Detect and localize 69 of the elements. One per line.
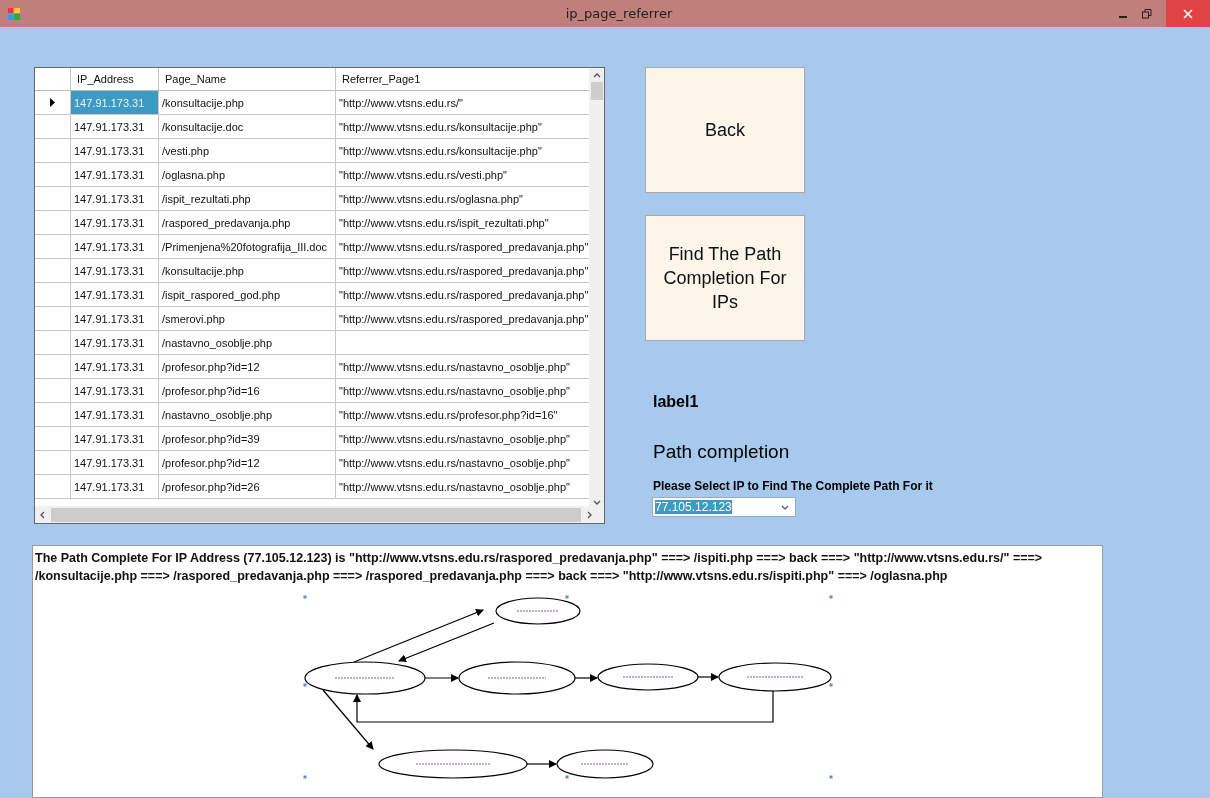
- resize-handle[interactable]: [565, 775, 569, 779]
- resize-handle[interactable]: [303, 683, 307, 687]
- resize-handle[interactable]: [565, 595, 569, 599]
- scroll-left-icon[interactable]: [39, 510, 45, 519]
- table-cell: /ispit_raspored_god.php: [159, 283, 336, 306]
- table-cell: 147.91.173.31: [71, 403, 159, 426]
- table-cell: /Primenjena%20fotografija_III.doc: [159, 235, 336, 258]
- graph-arrow: [424, 674, 459, 682]
- table-cell: 147.91.173.31: [71, 355, 159, 378]
- table-cell: 147.91.173.31: [71, 283, 159, 306]
- table-cell: /ispit_rezultati.php: [159, 187, 336, 210]
- horizontal-scrollbar[interactable]: [35, 506, 604, 523]
- status-label: label1: [653, 393, 699, 411]
- scrollbar-thumb[interactable]: [590, 82, 603, 100]
- resize-handle[interactable]: [303, 595, 307, 599]
- table-cell: 147.91.173.31: [71, 379, 159, 402]
- close-icon[interactable]: [1183, 8, 1193, 19]
- scrollbar-thumb[interactable]: [51, 507, 581, 522]
- table-cell: /konsultacije.php: [159, 91, 336, 114]
- table-cell: /konsultacije.doc: [159, 115, 336, 138]
- scroll-right-icon[interactable]: [587, 510, 593, 519]
- table-cell: /raspored_predavanja.php: [159, 211, 336, 234]
- graph-arrow: [697, 673, 719, 681]
- resize-handle[interactable]: [829, 595, 833, 599]
- graph-arrow: [574, 674, 598, 682]
- action-button[interactable]: Find The Path Completion For IPs: [645, 215, 805, 341]
- resize-handle[interactable]: [829, 683, 833, 687]
- row-pointer-icon: [50, 98, 55, 107]
- column-header[interactable]: IP_Address: [71, 68, 159, 90]
- table-cell: 147.91.173.31: [71, 331, 159, 354]
- column-header[interactable]: Page_Name: [159, 68, 336, 90]
- table-cell: 147.91.173.31: [71, 187, 159, 210]
- resize-handle[interactable]: [303, 775, 307, 779]
- table-cell: 147.91.173.31: [71, 91, 159, 114]
- table-cell: 147.91.173.31: [71, 475, 159, 498]
- table-cell: 147.91.173.31: [71, 139, 159, 162]
- table-cell: /profesor.php?id=12: [159, 451, 336, 474]
- chevron-down-icon[interactable]: [781, 504, 789, 510]
- table-cell: /konsultacije.php: [159, 259, 336, 282]
- table-cell: /vesti.php: [159, 139, 336, 162]
- table-cell: /smerovi.php: [159, 307, 336, 330]
- table-cell: /profesor.php?id=39: [159, 427, 336, 450]
- table-cell: /profesor.php?id=16: [159, 379, 336, 402]
- table-cell: /nastavno_osoblje.php: [159, 403, 336, 426]
- app-icon: [8, 7, 20, 20]
- restore-icon[interactable]: [1142, 8, 1152, 19]
- table-cell: 147.91.173.31: [71, 307, 159, 330]
- section-heading: Path completion: [653, 441, 790, 463]
- scroll-down-icon[interactable]: [592, 500, 601, 506]
- prompt-label: Please Select IP to Find The Complete Path For it: [653, 479, 933, 493]
- table-cell: /nastavno_osoblje.php: [159, 331, 336, 354]
- table-cell: 147.91.173.31: [71, 427, 159, 450]
- table-cell: 147.91.173.31: [71, 259, 159, 282]
- action-button[interactable]: Back: [645, 67, 805, 193]
- table-cell: 147.91.173.31: [71, 451, 159, 474]
- table-cell: /profesor.php?id=26: [159, 475, 336, 498]
- table-cell: 147.91.173.31: [71, 211, 159, 234]
- result-text: The Path Complete For IP Address (77.105.12.123) is "http://www.vtsns.edu.rs/raspored_predavanja.php" ===> /ispiti.php ===> back ===> "http://www.vtsns.edu.rs/" ===> /konsultacije.php ===> /raspored_predavanja.php ===> /raspored_predavanja.php ===> back ===> "http://www.vtsns.edu.rs/ispiti.php" ===> /oglasna.php: [35, 550, 1044, 585]
- window-title: ip_page_referrer: [564, 6, 674, 21]
- table-cell: 147.91.173.31: [71, 163, 159, 186]
- table-cell: /oglasna.php: [159, 163, 336, 186]
- scroll-up-icon[interactable]: [592, 72, 601, 78]
- resize-handle[interactable]: [829, 775, 833, 779]
- table-cell: /profesor.php?id=12: [159, 355, 336, 378]
- vertical-scrollbar[interactable]: [589, 68, 604, 506]
- table-cell: 147.91.173.31: [71, 235, 159, 258]
- graph-arrow: [526, 760, 557, 768]
- table-cell: 147.91.173.31: [71, 115, 159, 138]
- close-button[interactable]: [1166, 0, 1210, 27]
